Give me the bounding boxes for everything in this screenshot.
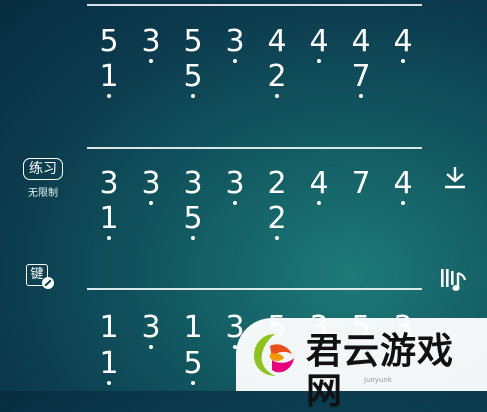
note: 3 [99,166,119,201]
watermark-title: 君云游戏网 [306,331,455,412]
note: 5 [183,24,203,59]
score-row-2-bottom: 1 5 2 [88,204,424,240]
note: 2 [256,204,298,240]
note: 4 [298,27,340,63]
note: 5 [172,62,214,98]
note: 4 [382,27,424,63]
note [298,204,340,234]
music-score-icon[interactable] [440,267,468,293]
practice-button[interactable]: 练习 [23,158,63,180]
score-row-2-top: 3 3 3 3 2 4 7 4 [88,166,424,205]
note: 3 [183,166,203,201]
download-icon[interactable] [442,165,468,191]
score-stage: 5 3 5 3 4 4 4 4 1 5 2 7 3 3 3 3 2 4 7 4 … [0,0,487,412]
score-row-1-bottom: 1 5 2 7 [88,62,424,98]
staff-line [87,4,422,6]
staff-line [87,288,422,290]
note: 3 [130,27,172,63]
note: 3 [214,27,256,63]
note: 3 [214,169,256,205]
note: 1 [183,310,203,345]
note [340,204,382,234]
watermark: 君云游戏网 junyunk [236,318,487,412]
note: 4 [267,24,287,59]
note: 1 [88,62,130,98]
note [382,62,424,92]
note: 3 [130,169,172,205]
note: 4 [298,169,340,205]
note: 1 [88,349,130,385]
note: 7 [340,62,382,98]
note [214,62,256,92]
note: 5 [99,24,119,59]
practice-limit-label: 无限制 [28,188,58,199]
note [214,204,256,234]
music-bars-icon [441,269,467,291]
note: 5 [172,204,214,240]
note: 3 [130,313,172,349]
note: 4 [382,169,424,205]
watermark-logo-icon [254,334,294,376]
note: 2 [267,166,287,201]
keyboard-toggle-icon[interactable]: 键 [26,264,54,290]
note [298,62,340,92]
disabled-badge-icon [42,277,54,289]
note [130,349,172,379]
note: 5 [172,349,214,385]
practice-control: 练习 无限制 [20,158,66,199]
note [130,62,172,92]
note: 2 [256,62,298,98]
note [130,204,172,234]
note: 4 [351,24,371,59]
watermark-subtitle: junyunk [364,376,392,384]
note: 1 [88,204,130,240]
staff-line [87,147,422,149]
download-arrow-icon [445,167,465,189]
note: 7 [351,166,371,201]
note: 1 [99,310,119,345]
note [382,204,424,234]
score-row-1-top: 5 3 5 3 4 4 4 4 [88,24,424,63]
